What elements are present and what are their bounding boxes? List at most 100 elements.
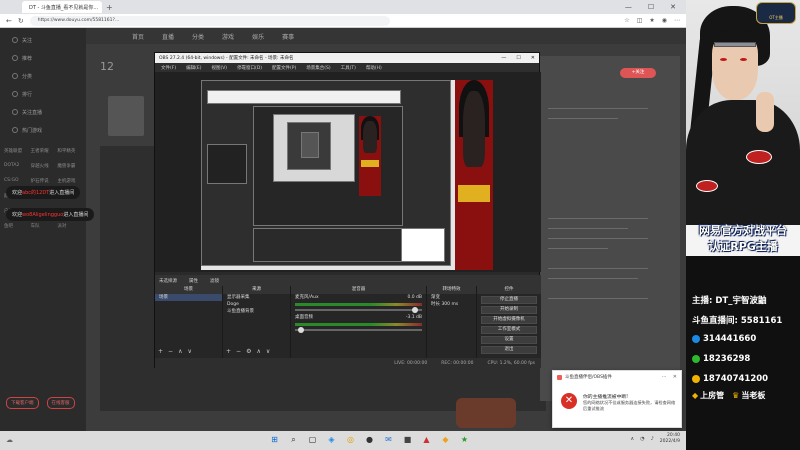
category-link[interactable]: 魔兽争霸 <box>57 163 82 169</box>
category-link[interactable]: 派对 <box>57 223 82 229</box>
tray-chevron-icon[interactable]: ∧ <box>631 436 635 442</box>
sidebar-item[interactable]: 推荐 <box>12 52 86 64</box>
properties-button[interactable]: 属性 <box>189 278 198 284</box>
add-icon[interactable]: + <box>158 348 163 355</box>
new-tab-icon[interactable]: + <box>106 3 113 12</box>
exit-button[interactable]: 退出 <box>481 346 537 354</box>
obs-close-button[interactable]: ✕ <box>531 55 535 61</box>
network-icon[interactable]: ◔ <box>640 436 644 442</box>
sidebar-item[interactable]: 排行 <box>12 88 86 100</box>
obs-preview[interactable] <box>155 72 541 272</box>
category-link[interactable]: CS:GO <box>4 178 29 184</box>
menu-help[interactable]: 帮助(H) <box>366 65 382 71</box>
task-view-icon[interactable]: ▢ <box>306 433 319 446</box>
obs-maximize-button[interactable]: ☐ <box>516 55 520 61</box>
category-link[interactable]: 和平精英 <box>57 148 82 154</box>
category-link[interactable]: 车队 <box>31 223 56 229</box>
profile-icon[interactable]: ◉ <box>662 17 667 24</box>
back-icon[interactable]: ← <box>6 17 12 25</box>
volume-icon[interactable]: ♪ <box>651 436 654 442</box>
close-icon[interactable]: ✕ <box>673 374 677 380</box>
menu-view[interactable]: 视图(V) <box>211 65 227 71</box>
menu-docks[interactable]: 停靠窗口(D) <box>237 65 262 71</box>
url-input[interactable]: https://www.douyu.com/5581161?... <box>29 15 390 26</box>
refresh-icon[interactable]: ↻ <box>18 17 24 25</box>
sidebar-item[interactable]: 热门游戏 <box>12 124 86 136</box>
obs-icon[interactable]: ● <box>363 433 376 446</box>
sidebar-item[interactable]: 分类 <box>12 70 86 82</box>
app-icon[interactable]: ◆ <box>439 433 452 446</box>
scene-item[interactable]: 场景 <box>155 294 222 301</box>
obs-minimize-button[interactable]: — <box>501 55 506 61</box>
source-item[interactable]: 斗鱼直播背景 <box>223 308 290 315</box>
extensions-icon[interactable]: ◫ <box>637 17 643 24</box>
settings-button[interactable]: 设置 <box>481 336 537 344</box>
clock[interactable]: 20:40 2022/4/9 <box>660 433 680 445</box>
duration-field[interactable]: 时长 300 ms <box>427 301 476 308</box>
menu-tools[interactable]: 工具(T) <box>341 65 356 71</box>
studio-mode-button[interactable]: 工作室模式 <box>481 326 537 334</box>
close-window-button[interactable]: ✕ <box>670 3 676 11</box>
browser-tab[interactable]: DT - 斗鱼直播_看不见就是你... ✕ <box>22 1 102 13</box>
category-link[interactable]: 英雄联盟 <box>4 148 29 154</box>
close-tab-icon[interactable]: ✕ <box>101 4 102 10</box>
maximize-button[interactable]: ☐ <box>648 3 654 11</box>
source-item[interactable]: Doge <box>223 301 290 308</box>
nav-link[interactable]: 首页 <box>132 32 144 41</box>
notification-toast[interactable]: 斗鱼直播伴侣/OBS插件 ⋯ ✕ ✕ 你的主播推流被中断! 您的网络状况不佳或服… <box>552 370 682 428</box>
volume-slider[interactable] <box>295 307 422 313</box>
slider-handle[interactable] <box>411 307 418 313</box>
app-icon[interactable]: ▲ <box>420 433 433 446</box>
favorites-icon[interactable]: ★ <box>649 17 654 24</box>
volume-slider[interactable] <box>295 327 422 333</box>
slider-handle[interactable] <box>297 327 304 333</box>
nav-link[interactable]: 直播 <box>162 32 174 41</box>
category-link[interactable]: 鱼吧 <box>4 223 29 229</box>
remove-icon[interactable]: − <box>236 348 241 355</box>
nav-link[interactable]: 分类 <box>192 32 204 41</box>
transition-type-select[interactable]: 渐变 <box>427 294 476 301</box>
star-icon[interactable]: ☆ <box>624 17 629 24</box>
category-link[interactable]: 炉石传说 <box>31 178 56 184</box>
down-icon[interactable]: ∨ <box>187 348 191 355</box>
start-recording-button[interactable]: 开始录制 <box>481 306 537 314</box>
category-link[interactable]: DOTA2 <box>4 163 29 169</box>
category-link[interactable]: 王者荣耀 <box>31 148 56 154</box>
nav-link[interactable]: 赛事 <box>282 32 294 41</box>
up-icon[interactable]: ∧ <box>178 348 182 355</box>
app-icon[interactable]: ★ <box>458 433 471 446</box>
nav-link[interactable]: 游戏 <box>222 32 234 41</box>
down-icon[interactable]: ∨ <box>266 348 270 355</box>
streamer-avatar[interactable] <box>108 96 144 136</box>
edge-icon[interactable]: ◈ <box>325 433 338 446</box>
menu-profile[interactable]: 配置文件(P) <box>272 65 296 71</box>
category-link[interactable]: 穿越火线 <box>31 163 56 169</box>
sidebar-item[interactable]: 关注直播 <box>12 106 86 118</box>
nav-link[interactable]: 娱乐 <box>252 32 264 41</box>
gift-banner[interactable] <box>456 398 516 428</box>
source-item[interactable]: 显示器采集 <box>223 294 290 301</box>
menu-scene-collection[interactable]: 场景集合(S) <box>306 65 330 71</box>
category-link[interactable]: 主机游戏 <box>57 178 82 184</box>
follow-button[interactable]: +关注 <box>620 68 656 78</box>
app-icon[interactable]: ■ <box>401 433 414 446</box>
search-icon[interactable]: ⌕ <box>287 433 300 446</box>
sidebar-item[interactable]: 关注 <box>12 34 86 46</box>
start-icon[interactable]: ⊞ <box>268 433 281 446</box>
menu-icon[interactable]: ⋯ <box>674 17 680 24</box>
more-icon[interactable]: ⋯ <box>662 374 667 380</box>
customer-service-button[interactable]: 在线客服 <box>46 397 75 409</box>
menu-file[interactable]: 文件(F) <box>161 65 176 71</box>
remove-icon[interactable]: − <box>168 348 173 355</box>
filters-button[interactable]: 滤镜 <box>210 278 219 284</box>
widgets-icon[interactable]: ☁ <box>6 436 13 444</box>
mail-icon[interactable]: ✉ <box>382 433 395 446</box>
up-icon[interactable]: ∧ <box>256 348 260 355</box>
stop-streaming-button[interactable]: 停止直播 <box>481 296 537 304</box>
add-icon[interactable]: + <box>226 348 231 355</box>
download-client-button[interactable]: 下载客户端 <box>6 397 39 409</box>
menu-edit[interactable]: 编辑(E) <box>186 65 201 71</box>
chrome-icon[interactable]: ◎ <box>344 433 357 446</box>
virtual-camera-button[interactable]: 开始虚拟摄像机 <box>481 316 537 324</box>
gear-icon[interactable]: ⚙ <box>246 348 251 355</box>
